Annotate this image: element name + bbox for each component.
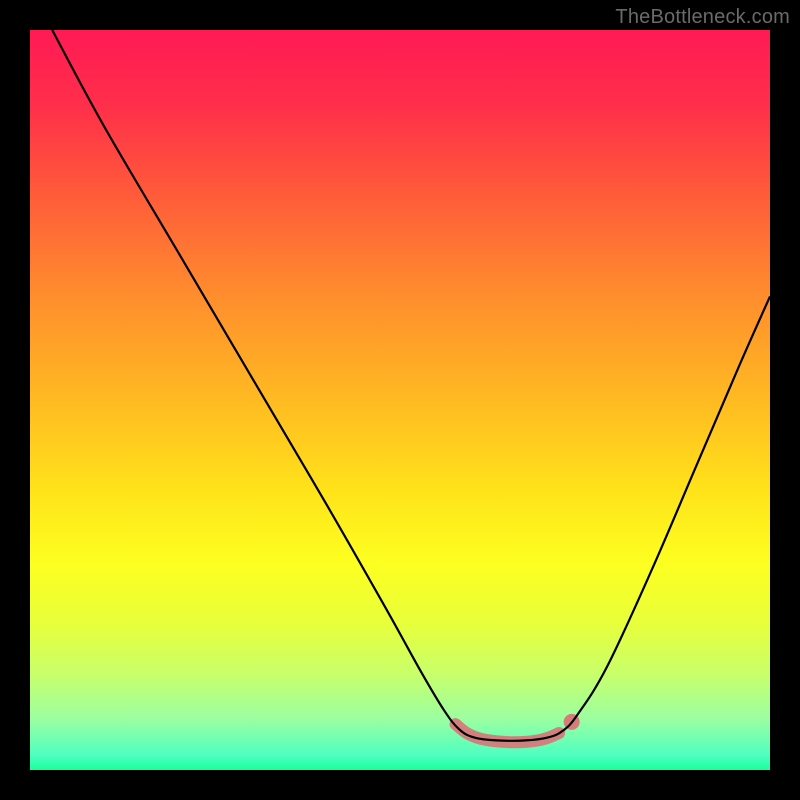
- bottleneck-chart: [0, 0, 800, 800]
- plot-background: [30, 30, 770, 770]
- chart-container: TheBottleneck.com: [0, 0, 800, 800]
- watermark-text: TheBottleneck.com: [615, 6, 790, 29]
